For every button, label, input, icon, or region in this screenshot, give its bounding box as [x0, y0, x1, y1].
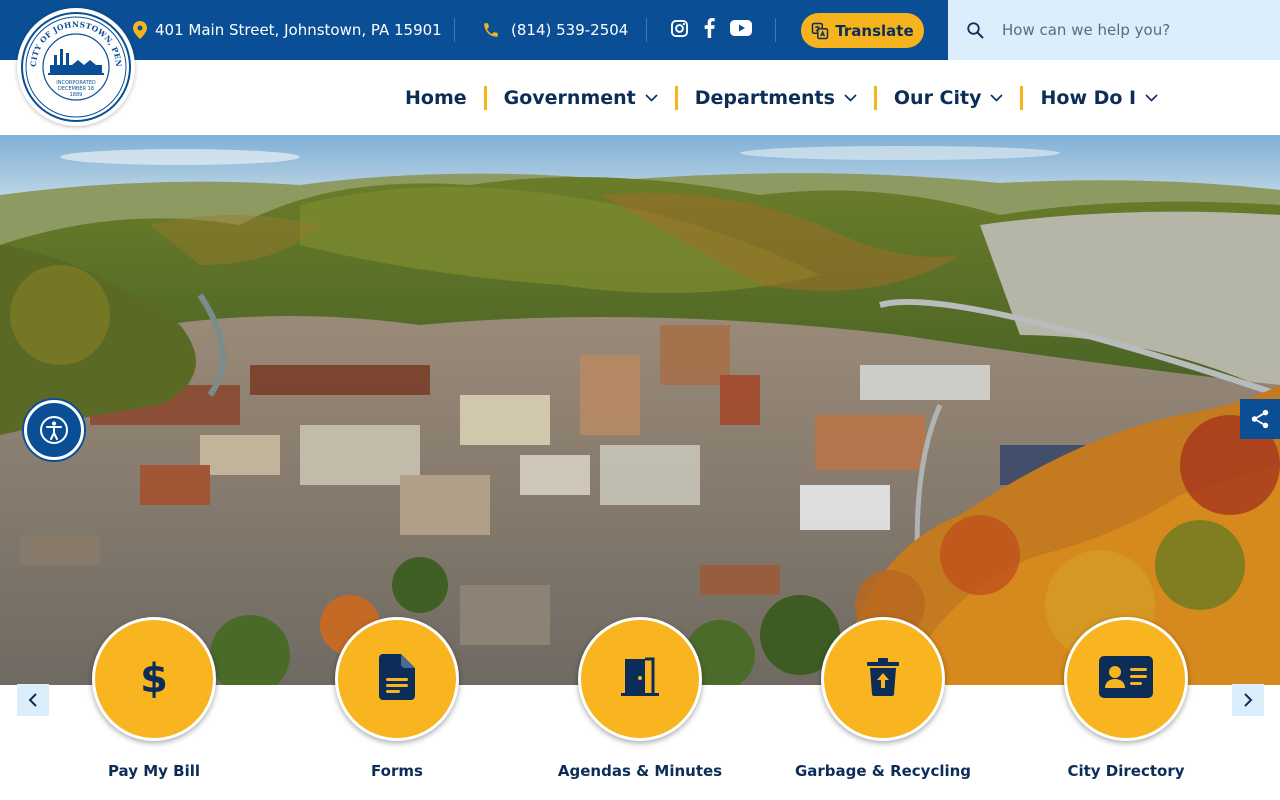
- divider: [775, 18, 776, 42]
- quick-link-forms[interactable]: Forms: [297, 617, 497, 792]
- phone-text: (814) 539-2504: [511, 21, 629, 39]
- quick-link-circle: [821, 617, 945, 741]
- hero-banner-image: [0, 135, 1280, 685]
- main-navigation: Home Government Departments Our City How…: [0, 60, 1280, 135]
- divider: [646, 18, 647, 42]
- share-button[interactable]: [1240, 399, 1280, 439]
- facebook-icon: [703, 18, 716, 42]
- dollar-icon: $: [139, 656, 169, 702]
- address-text: 401 Main Street, Johnstown, PA 15901: [155, 21, 442, 39]
- nav-how-do-i[interactable]: How Do I: [1023, 60, 1175, 135]
- quick-link-city-directory[interactable]: City Directory: [1026, 617, 1226, 792]
- chevron-down-icon: [1145, 93, 1158, 102]
- phone-link[interactable]: (814) 539-2504: [482, 0, 628, 60]
- share-icon: [1251, 409, 1269, 429]
- translate-button[interactable]: Translate: [801, 13, 924, 48]
- nav-home[interactable]: Home: [388, 60, 484, 135]
- city-seal-logo[interactable]: CITY OF JOHNSTOWN, PENNSYLVANIA INCORPOR…: [17, 8, 135, 126]
- chevron-down-icon: [990, 93, 1004, 102]
- svg-text:$: $: [140, 656, 168, 698]
- utility-bar: 401 Main Street, Johnstown, PA 15901 (81…: [0, 0, 948, 60]
- map-pin-icon: [133, 21, 147, 39]
- chevron-down-icon: [844, 93, 857, 102]
- chevron-right-icon: [1244, 693, 1253, 707]
- quick-link-label: Pay My Bill: [107, 762, 201, 780]
- quick-link-label: Forms: [371, 762, 423, 780]
- nav-our-city[interactable]: Our City: [877, 60, 1021, 135]
- instagram-link[interactable]: [670, 0, 689, 60]
- quick-link-label: Agendas & Minutes: [557, 762, 723, 780]
- quick-link-circle: [1064, 617, 1188, 741]
- search-icon[interactable]: [966, 21, 984, 43]
- nav-menu: Home Government Departments Our City How…: [388, 60, 1175, 135]
- instagram-icon: [670, 19, 689, 42]
- quick-link-garbage-recycling[interactable]: Garbage & Recycling: [783, 617, 983, 792]
- youtube-link[interactable]: [730, 0, 752, 60]
- quick-link-label: City Directory: [1067, 762, 1185, 780]
- quick-link-pay-my-bill[interactable]: $ Pay My Bill: [54, 617, 254, 792]
- nav-government[interactable]: Government: [487, 60, 675, 135]
- accessibility-button[interactable]: [24, 400, 84, 460]
- quick-link-circle: [578, 617, 702, 741]
- divider: [454, 18, 455, 42]
- seal-line3: 1889: [70, 92, 83, 98]
- chevron-down-icon: [645, 93, 658, 102]
- quick-link-circle: [335, 617, 459, 741]
- door-icon: [621, 657, 659, 701]
- search-bar: [948, 0, 1280, 60]
- quick-link-label: Garbage & Recycling: [794, 762, 972, 780]
- translate-icon: [812, 22, 829, 39]
- chevron-left-icon: [28, 693, 37, 707]
- address-link[interactable]: 401 Main Street, Johnstown, PA 15901: [133, 0, 442, 60]
- facebook-link[interactable]: [703, 0, 716, 60]
- carousel-next-button[interactable]: [1232, 684, 1264, 716]
- hero-landscape: [0, 135, 1280, 685]
- search-input[interactable]: [1002, 14, 1262, 46]
- accessibility-icon: [40, 416, 68, 444]
- document-icon: [379, 654, 415, 704]
- quick-link-agendas-minutes[interactable]: Agendas & Minutes: [540, 617, 740, 792]
- nav-home-label: Home: [405, 86, 467, 109]
- nav-government-label: Government: [503, 86, 636, 109]
- quick-link-circle: $: [92, 617, 216, 741]
- nav-how-do-i-label: How Do I: [1040, 86, 1137, 109]
- carousel-prev-button[interactable]: [17, 684, 49, 716]
- nav-our-city-label: Our City: [893, 86, 982, 109]
- nav-departments-label: Departments: [694, 86, 835, 109]
- translate-label: Translate: [835, 21, 914, 40]
- youtube-icon: [730, 20, 752, 40]
- phone-icon: [482, 21, 500, 39]
- id-card-icon: [1099, 656, 1153, 702]
- nav-departments[interactable]: Departments: [678, 60, 874, 135]
- trash-icon: [867, 658, 899, 700]
